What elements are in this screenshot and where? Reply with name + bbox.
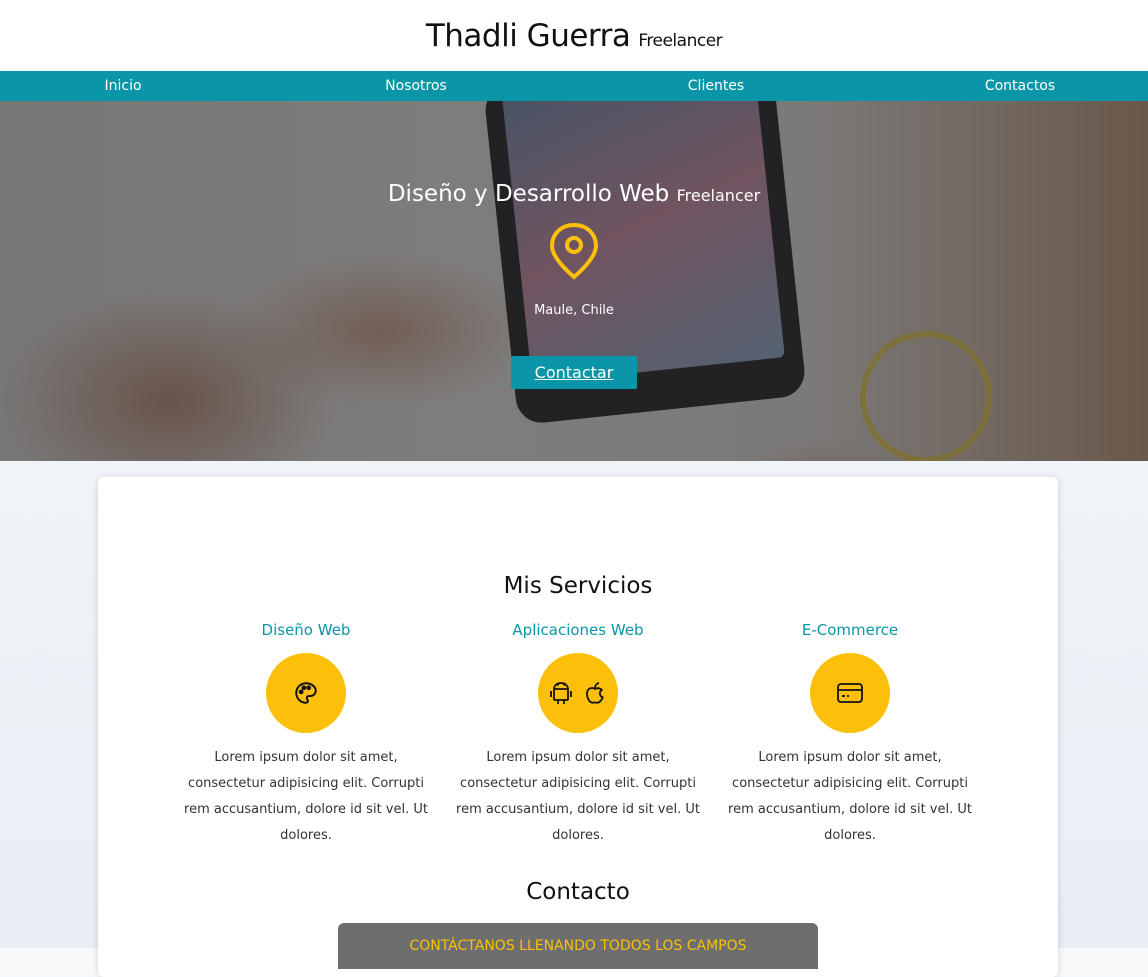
service-name: Diseño Web [261, 621, 351, 639]
nav-item-nosotros[interactable]: Nosotros [385, 71, 447, 101]
site-header: Thadli Guerra Freelancer [0, 0, 1148, 71]
content-card: Mis Servicios Diseño Web Lorem ipsum dol… [98, 477, 1058, 977]
contact-title: Contacto [526, 879, 630, 905]
nav-item-contactos[interactable]: Contactos [985, 71, 1055, 101]
map-pin-icon [547, 221, 601, 285]
service-item: Diseño Web Lorem ipsum dolor sit amet, c… [170, 621, 442, 849]
service-name: Aplicaciones Web [512, 621, 644, 639]
site-title: Thadli Guerra Freelancer [425, 17, 723, 54]
service-description: Lorem ipsum dolor sit amet, consectetur … [184, 750, 428, 843]
site-role: Freelancer [638, 30, 723, 51]
main-nav: Inicio Nosotros Clientes Contactos [0, 71, 1148, 101]
service-item: Aplicaciones Web Lorem ipsum dolor sit a… [442, 621, 714, 849]
contactar-button[interactable]: Contactar [510, 356, 638, 389]
contact-banner-text: CONTÁCTANOS LLENANDO TODOS LOS CAMPOS [409, 938, 747, 954]
service-description: Lorem ipsum dolor sit amet, consectetur … [728, 750, 972, 843]
palette-icon [295, 682, 317, 704]
credit-card-icon [837, 683, 863, 703]
hero-banner: Diseño y Desarrollo Web Freelancer Maule… [0, 101, 1148, 461]
hero-title: Diseño y Desarrollo Web Freelancer [387, 181, 761, 207]
nav-item-inicio[interactable]: Inicio [104, 71, 141, 101]
service-name: E-Commerce [801, 621, 899, 639]
service-item: E-Commerce Lorem ipsum dolor sit amet, c… [714, 621, 986, 849]
services-list: Diseño Web Lorem ipsum dolor sit amet, c… [98, 621, 1058, 849]
hero-location: Maule, Chile [534, 303, 614, 318]
services-title: Mis Servicios [503, 573, 653, 599]
nav-item-clientes[interactable]: Clientes [688, 71, 744, 101]
site-name: Thadli Guerra [425, 17, 631, 54]
apple-icon [586, 682, 604, 704]
android-icon [550, 682, 572, 704]
service-description: Lorem ipsum dolor sit amet, consectetur … [456, 750, 700, 843]
contact-form-header: CONTÁCTANOS LLENANDO TODOS LOS CAMPOS [338, 923, 818, 969]
